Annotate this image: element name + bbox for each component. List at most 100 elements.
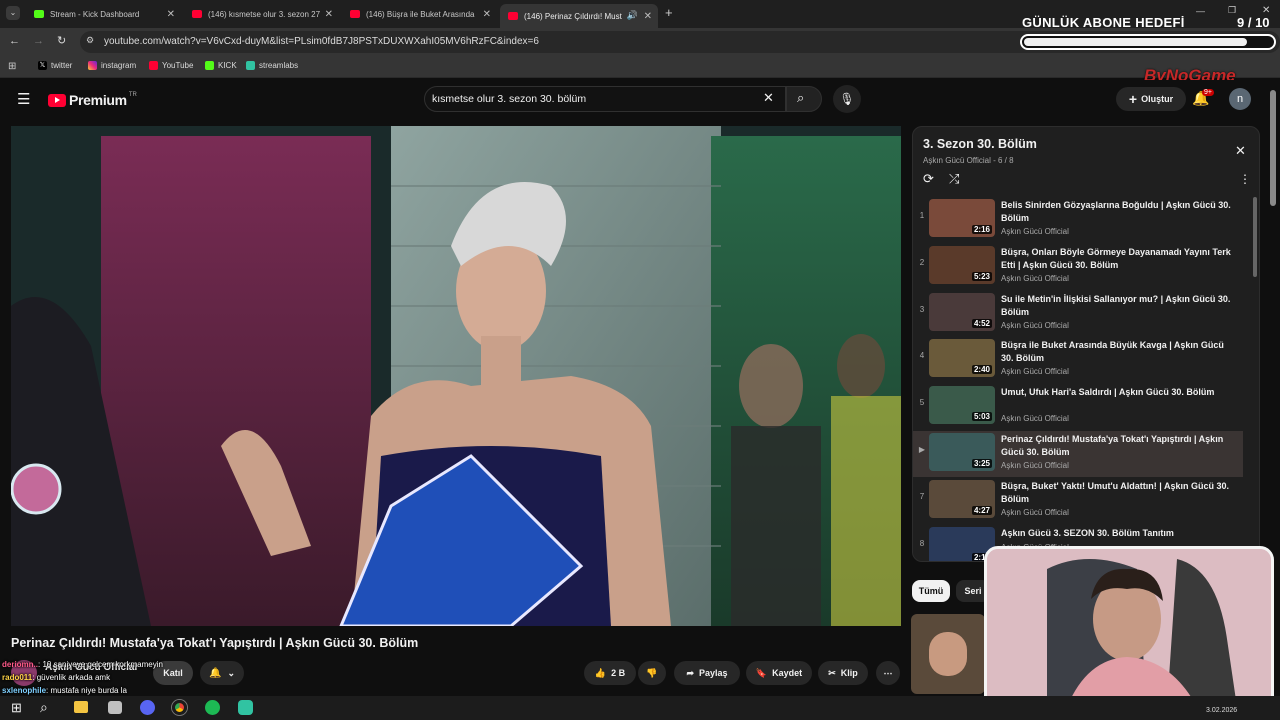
file-explorer-icon[interactable] xyxy=(74,701,88,713)
playlist-item[interactable]: 2 5:23 Büşra, Onları Böyle Görmeye Dayanam… xyxy=(913,244,1243,290)
playlist-item-thumbnail[interactable]: 5:23 xyxy=(929,245,995,284)
tab-youtube-1[interactable]: (146) kısmetse olur 3. sezon 27 ✕ xyxy=(184,4,339,24)
speaker-icon[interactable]: 🔊 xyxy=(627,10,638,21)
windows-taskbar: ⊞ ⌕ 3.02.2026 xyxy=(0,696,1280,720)
save-button[interactable]: 🔖 Kaydet xyxy=(746,661,812,685)
search-icon[interactable]: ⌕ xyxy=(40,699,48,716)
more-icon: ⋯ xyxy=(883,667,893,678)
restore-icon[interactable]: ❐ xyxy=(1228,5,1236,16)
playlist-item-channel: Aşkın Gücü Official xyxy=(1001,414,1069,424)
chrome-icon[interactable] xyxy=(172,700,187,715)
playlist-item-title[interactable]: Umut, Ufuk Hari'a Saldırdı | Aşkın Gücü … xyxy=(1001,386,1237,399)
playlist-item-title[interactable]: Büşra, Buket' Yaktı! Umut'u Aldattın! | … xyxy=(1001,480,1237,506)
playlist-item[interactable]: 7 4:27 Büşra, Buket' Yaktı! Umut'u Aldattı… xyxy=(913,478,1243,524)
playlist-title[interactable]: 3. Sezon 30. Bölüm xyxy=(923,137,1037,151)
minimize-icon[interactable]: — xyxy=(1196,6,1205,16)
tab-youtube-active[interactable]: (146) Perinaz Çıldırdı! Must 🔊 ✕ xyxy=(500,4,658,28)
back-icon[interactable]: ← xyxy=(9,35,20,47)
bookmark-label: KICK xyxy=(218,61,237,70)
playlist-item-title[interactable]: Su ile Metin'in İlişkisi Sallanıyor mu? … xyxy=(1001,293,1237,319)
playlist-item-index: 5 xyxy=(919,398,925,408)
voice-search-button[interactable]: 🎙 xyxy=(833,85,861,113)
playlist-item-title[interactable]: Büşra ile Buket Arasında Büyük Kavga | A… xyxy=(1001,339,1237,365)
bookmark-streamlabs[interactable]: streamlabs xyxy=(246,61,298,70)
playlist-item-index: 2 xyxy=(919,257,925,267)
playlist-subtitle: Aşkın Gücü Official - 6 / 8 xyxy=(923,156,1014,165)
clear-search-icon[interactable]: ✕ xyxy=(763,90,774,106)
create-button[interactable]: + Oluştur xyxy=(1116,87,1186,111)
playlist-item-title[interactable]: Aşkın Gücü 3. SEZON 30. Bölüm Tanıtım xyxy=(1001,527,1237,540)
playlist-item-channel: Aşkın Gücü Official xyxy=(1001,273,1069,283)
playlist-item-title[interactable]: Büşra, Onları Böyle Görmeye Dayanamadı Y… xyxy=(1001,246,1237,272)
search-button[interactable]: ⌕ xyxy=(786,86,822,112)
dislike-button[interactable]: 👎 xyxy=(638,661,666,685)
playlist-item-thumbnail[interactable]: 4:27 xyxy=(929,479,995,518)
playlist-item-duration: 5:03 xyxy=(971,412,992,422)
shuffle-icon[interactable]: ⤮ xyxy=(949,171,959,187)
bookmark-label: YouTube xyxy=(162,61,194,70)
recommended-thumbnail[interactable] xyxy=(911,614,985,694)
playlist-item-title[interactable]: Belis Sinirden Gözyaşlarına Boğuldu | Aş… xyxy=(1001,199,1237,225)
playlist-item-duration: 4:52 xyxy=(971,318,992,328)
new-tab-button[interactable]: + xyxy=(665,5,673,20)
bookmark-instagram[interactable]: instagram xyxy=(88,61,136,70)
playlist-item-thumbnail[interactable]: 3:25 xyxy=(929,433,995,471)
search-input[interactable] xyxy=(432,90,752,108)
playlist-item-thumbnail[interactable]: 2:40 xyxy=(929,339,995,378)
forward-icon[interactable]: → xyxy=(33,35,44,47)
close-icon[interactable]: ✕ xyxy=(325,9,333,20)
playlist-item[interactable]: 5 5:03 Umut, Ufuk Hari'a Saldırdı | Aşkın … xyxy=(913,384,1243,430)
clip-button[interactable]: ✂ Klip xyxy=(818,661,868,685)
playlist-item-thumbnail[interactable]: 5:03 xyxy=(929,386,995,425)
close-icon[interactable]: ✕ xyxy=(644,11,652,22)
url-text[interactable]: youtube.com/watch?v=V6vCxd-duyM&list=PLs… xyxy=(104,36,539,47)
playlist-item-duration: 4:27 xyxy=(971,505,992,515)
app-icon[interactable] xyxy=(108,701,122,714)
bookmark-kick[interactable]: KICK xyxy=(205,61,237,70)
playlist-item-thumbnail[interactable]: 4:52 xyxy=(929,292,995,331)
playlist-item-thumbnail[interactable]: 2:16 xyxy=(929,199,995,237)
tab-label: (146) Büşra ile Buket Arasında xyxy=(366,9,475,19)
video-player[interactable] xyxy=(11,126,901,626)
thumbs-up-icon: 👍 xyxy=(594,667,607,678)
playlist-item[interactable]: ▶ 3:25 Perinaz Çıldırdı! Mustafa'ya Tokat'… xyxy=(913,431,1243,477)
playlist-item-index: 4 xyxy=(919,351,925,361)
bookmark-youtube[interactable]: YouTube xyxy=(149,61,193,70)
playlist-item-index: 3 xyxy=(919,304,925,314)
reload-icon[interactable]: ↻ xyxy=(57,34,66,47)
spotify-icon[interactable] xyxy=(205,700,220,715)
menu-icon[interactable]: ☰ xyxy=(17,90,30,108)
playlist-item[interactable]: 1 2:16 Belis Sinirden Gözyaşlarına Boğuldu… xyxy=(913,197,1243,243)
bookmark-twitter[interactable]: 𝕏 twitter xyxy=(38,61,72,70)
playlist-scrollbar[interactable] xyxy=(1253,197,1257,277)
windows-icon[interactable]: ⊞ xyxy=(11,700,22,716)
loop-icon[interactable]: ⟳ xyxy=(923,171,934,187)
playlist-item-index: 7 xyxy=(919,491,925,501)
playlist-item-title[interactable]: Perinaz Çıldırdı! Mustafa'ya Tokat'ı Yap… xyxy=(1001,433,1237,459)
close-icon[interactable]: ✕ xyxy=(483,9,491,20)
tab-kick-dashboard[interactable]: Stream - Kick Dashboard ✕ xyxy=(26,4,181,24)
playlist-item-channel: Aşkın Gücü Official xyxy=(1001,367,1069,377)
chip-all[interactable]: Tümü xyxy=(912,580,950,602)
avatar[interactable]: n xyxy=(1229,88,1251,110)
page-scrollbar[interactable] xyxy=(1270,90,1276,206)
playlist-item-duration: 3:25 xyxy=(971,459,992,468)
playlist-item[interactable]: 4 2:40 Büşra ile Buket Arasında Büyük Kavg… xyxy=(913,337,1243,383)
tab-youtube-2[interactable]: (146) Büşra ile Buket Arasında ✕ xyxy=(342,4,497,24)
share-button[interactable]: ➦ Paylaş xyxy=(674,661,740,685)
site-info-icon[interactable]: ⚙ xyxy=(86,35,94,46)
like-count: 2 B xyxy=(611,668,626,678)
close-icon[interactable]: ✕ xyxy=(167,9,175,20)
tab-search-dropdown-icon[interactable]: ⌄ xyxy=(6,6,20,20)
instagram-icon xyxy=(88,61,97,70)
more-actions-button[interactable]: ⋯ xyxy=(876,661,900,685)
like-button[interactable]: 👍 2 B xyxy=(584,661,636,685)
close-playlist-icon[interactable]: ✕ xyxy=(1235,143,1246,159)
search-icon: ⌕ xyxy=(797,90,805,105)
youtube-logo[interactable]: Premium TR xyxy=(48,92,137,108)
apps-grid-icon[interactable]: ⊞ xyxy=(8,61,16,72)
discord-icon[interactable] xyxy=(140,700,155,715)
playlist-more-icon[interactable]: ⋮ xyxy=(1239,172,1251,186)
streamlabs-icon[interactable] xyxy=(238,700,253,715)
playlist-item[interactable]: 3 4:52 Su ile Metin'in İlişkisi Sallanıyor… xyxy=(913,291,1243,337)
